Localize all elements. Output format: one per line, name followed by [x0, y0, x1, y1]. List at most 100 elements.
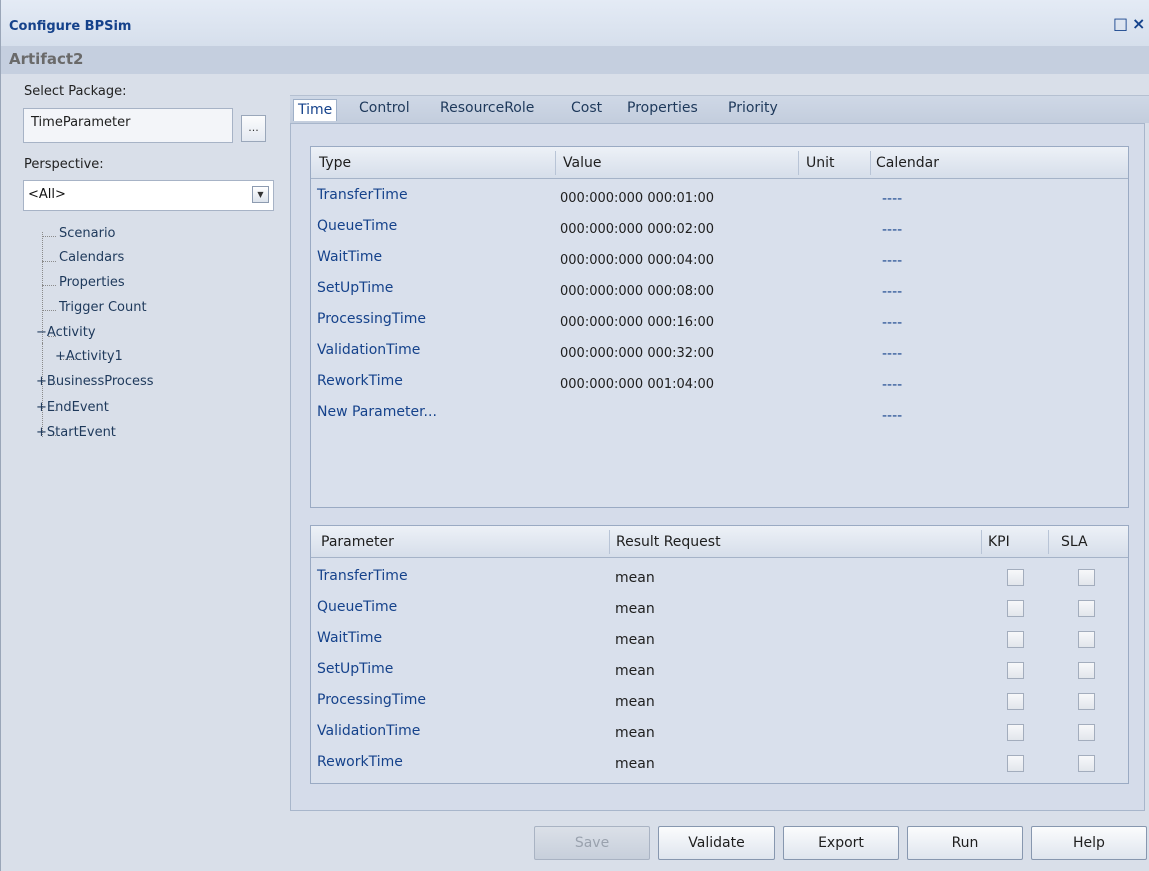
save-button[interactable]: Save: [534, 826, 650, 860]
expand-icon[interactable]: +: [36, 400, 47, 415]
parameter-cell[interactable]: ReworkTime: [317, 754, 403, 770]
value-cell[interactable]: 000:000:000 000:32:00: [560, 346, 714, 361]
calendar-cell[interactable]: ----: [882, 222, 902, 238]
result-request-cell[interactable]: mean: [615, 725, 655, 741]
tab-cost[interactable]: Cost: [571, 100, 602, 116]
export-button[interactable]: Export: [783, 826, 899, 860]
tree-item-businessprocess[interactable]: +BusinessProcess: [36, 374, 154, 389]
restore-icon[interactable]: □: [1113, 14, 1128, 33]
tree-item-properties[interactable]: Properties: [59, 275, 125, 290]
value-cell[interactable]: 000:000:000 000:02:00: [560, 222, 714, 237]
close-icon[interactable]: ×: [1132, 14, 1145, 33]
result-request-cell[interactable]: mean: [615, 570, 655, 586]
run-button[interactable]: Run: [907, 826, 1023, 860]
result-request-cell[interactable]: mean: [615, 632, 655, 648]
table-row[interactable]: ProcessingTime 000:000:000 000:16:00 ----: [311, 311, 1128, 342]
type-cell[interactable]: ValidationTime: [317, 342, 420, 358]
calendar-cell[interactable]: ----: [882, 191, 902, 207]
parameter-cell[interactable]: SetUpTime: [317, 661, 393, 677]
sla-checkbox[interactable]: [1078, 755, 1095, 772]
kpi-checkbox[interactable]: [1007, 569, 1024, 586]
kpi-checkbox[interactable]: [1007, 755, 1024, 772]
help-button[interactable]: Help: [1031, 826, 1147, 860]
expand-icon[interactable]: +: [36, 425, 47, 440]
sla-checkbox[interactable]: [1078, 600, 1095, 617]
table-row[interactable]: QueueTime mean: [311, 599, 1128, 630]
table-row[interactable]: ProcessingTime mean: [311, 692, 1128, 723]
package-field[interactable]: TimeParameter: [23, 108, 233, 143]
validate-button[interactable]: Validate: [658, 826, 775, 860]
value-cell[interactable]: 000:000:000 000:04:00: [560, 253, 714, 268]
table-row[interactable]: QueueTime 000:000:000 000:02:00 ----: [311, 218, 1128, 249]
collapse-icon[interactable]: −: [36, 325, 47, 340]
parameter-cell[interactable]: ValidationTime: [317, 723, 420, 739]
result-request-cell[interactable]: mean: [615, 694, 655, 710]
expand-icon[interactable]: +: [36, 374, 47, 389]
tab-resourcerole[interactable]: ResourceRole: [440, 100, 534, 116]
expand-icon[interactable]: +: [55, 349, 66, 364]
tree-item-trigger-count[interactable]: Trigger Count: [59, 300, 147, 315]
perspective-select[interactable]: <All> ▼: [23, 180, 274, 211]
value-cell[interactable]: 000:000:000 000:16:00: [560, 315, 714, 330]
type-cell[interactable]: SetUpTime: [317, 280, 393, 296]
calendar-cell[interactable]: ----: [882, 253, 902, 269]
table-row[interactable]: WaitTime 000:000:000 000:04:00 ----: [311, 249, 1128, 280]
value-cell[interactable]: 000:000:000 000:08:00: [560, 284, 714, 299]
calendar-cell[interactable]: ----: [882, 377, 902, 393]
tree-item-activity[interactable]: −Activity: [36, 325, 96, 340]
calendar-cell[interactable]: ----: [882, 346, 902, 362]
result-request-cell[interactable]: mean: [615, 601, 655, 617]
kpi-checkbox[interactable]: [1007, 631, 1024, 648]
tree-item-endevent[interactable]: +EndEvent: [36, 400, 109, 415]
type-cell[interactable]: New Parameter...: [317, 404, 437, 420]
sla-checkbox[interactable]: [1078, 569, 1095, 586]
tree-item-activity1[interactable]: +Activity1: [55, 349, 123, 364]
parameter-cell[interactable]: TransferTime: [317, 568, 408, 584]
table-row[interactable]: New Parameter... ----: [311, 404, 1128, 435]
parameter-cell[interactable]: ProcessingTime: [317, 692, 426, 708]
tree-item-calendars[interactable]: Calendars: [59, 250, 124, 265]
select-package-label: Select Package:: [24, 84, 127, 99]
sla-checkbox[interactable]: [1078, 662, 1095, 679]
calendar-cell[interactable]: ----: [882, 315, 902, 331]
sla-checkbox[interactable]: [1078, 693, 1095, 710]
type-cell[interactable]: ReworkTime: [317, 373, 403, 389]
kpi-checkbox[interactable]: [1007, 600, 1024, 617]
tree-item-activity1-label: Activity1: [65, 349, 123, 364]
browse-package-button[interactable]: ...: [241, 115, 266, 142]
sla-checkbox[interactable]: [1078, 631, 1095, 648]
kpi-checkbox[interactable]: [1007, 662, 1024, 679]
parameter-cell[interactable]: WaitTime: [317, 630, 382, 646]
kpi-checkbox[interactable]: [1007, 724, 1024, 741]
table-row[interactable]: WaitTime mean: [311, 630, 1128, 661]
tree-item-scenario[interactable]: Scenario: [59, 226, 116, 241]
calendar-cell[interactable]: ----: [882, 408, 902, 424]
table-row[interactable]: ValidationTime 000:000:000 000:32:00 ----: [311, 342, 1128, 373]
value-cell[interactable]: 000:000:000 000:01:00: [560, 191, 714, 206]
value-cell[interactable]: 000:000:000 001:04:00: [560, 377, 714, 392]
kpi-checkbox[interactable]: [1007, 693, 1024, 710]
parameter-cell[interactable]: QueueTime: [317, 599, 397, 615]
type-cell[interactable]: WaitTime: [317, 249, 382, 265]
calendar-cell[interactable]: ----: [882, 284, 902, 300]
type-cell[interactable]: ProcessingTime: [317, 311, 426, 327]
sla-checkbox[interactable]: [1078, 724, 1095, 741]
chevron-down-icon[interactable]: ▼: [252, 186, 269, 203]
tab-priority[interactable]: Priority: [728, 100, 778, 116]
table-row[interactable]: ValidationTime mean: [311, 723, 1128, 754]
table-row[interactable]: TransferTime mean: [311, 568, 1128, 599]
result-request-cell[interactable]: mean: [615, 663, 655, 679]
tree-item-startevent[interactable]: +StartEvent: [36, 425, 116, 440]
tab-time[interactable]: Time: [293, 99, 338, 121]
result-request-cell[interactable]: mean: [615, 756, 655, 772]
table-row[interactable]: SetUpTime mean: [311, 661, 1128, 692]
configure-bpsim-window: Configure BPSim □ × Artifact2 Select Pac…: [0, 0, 1149, 871]
table-row[interactable]: ReworkTime mean: [311, 754, 1128, 785]
tab-properties[interactable]: Properties: [627, 100, 698, 116]
type-cell[interactable]: QueueTime: [317, 218, 397, 234]
table-row[interactable]: TransferTime 000:000:000 000:01:00 ----: [311, 187, 1128, 218]
table-row[interactable]: ReworkTime 000:000:000 001:04:00 ----: [311, 373, 1128, 404]
type-cell[interactable]: TransferTime: [317, 187, 408, 203]
table-row[interactable]: SetUpTime 000:000:000 000:08:00 ----: [311, 280, 1128, 311]
tab-control[interactable]: Control: [359, 100, 410, 116]
